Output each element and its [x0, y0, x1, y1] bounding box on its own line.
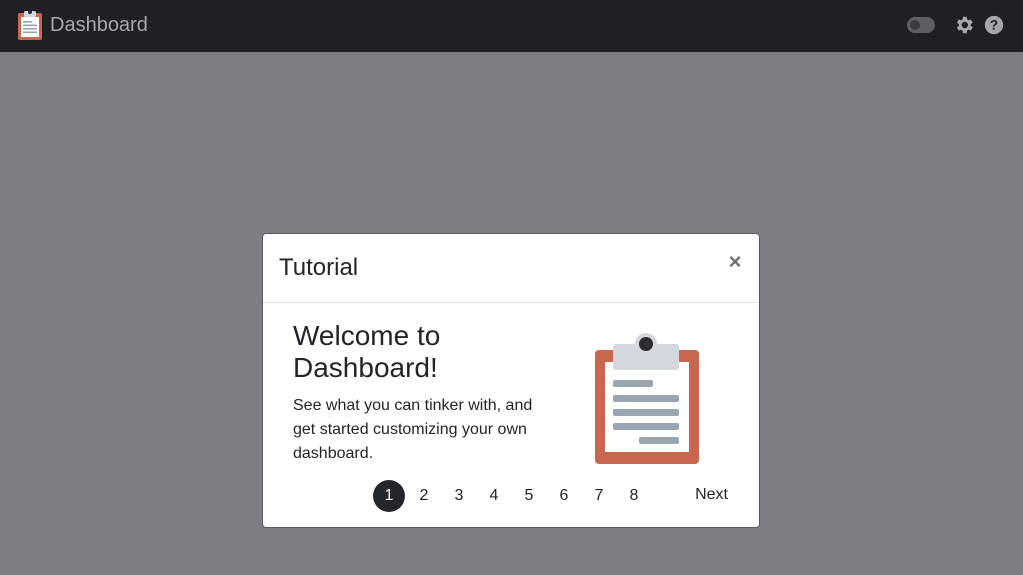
page-7-button[interactable]: 7 — [583, 480, 615, 512]
welcome-heading: Welcome to Dashboard! — [293, 320, 441, 383]
app-title: Dashboard — [50, 14, 148, 36]
svg-text:?: ? — [990, 18, 998, 33]
navbar-actions: ? — [907, 12, 1005, 38]
gear-icon[interactable] — [953, 14, 975, 36]
clipboard-icon — [18, 10, 42, 40]
page-2-button[interactable]: 2 — [408, 480, 440, 512]
page-5-button[interactable]: 5 — [513, 480, 545, 512]
tutorial-modal: Tutorial × Welcome to Dashboard! See wha… — [262, 233, 760, 528]
modal-title: Tutorial — [279, 254, 359, 281]
toggle-knob — [910, 20, 920, 30]
page-6-button[interactable]: 6 — [548, 480, 580, 512]
page-1-button[interactable]: 1 — [373, 480, 405, 512]
pagination: 1 2 3 4 5 6 7 8 — [373, 480, 653, 512]
close-button[interactable]: × — [725, 250, 745, 274]
next-button[interactable]: Next — [695, 486, 728, 504]
modal-header: Tutorial × — [263, 234, 759, 303]
welcome-text: See what you can tinker with, and get st… — [293, 397, 533, 462]
page-3-button[interactable]: 3 — [443, 480, 475, 512]
page-8-button[interactable]: 8 — [618, 480, 650, 512]
clipboard-illustration-icon — [595, 333, 699, 464]
top-navbar: Dashboard ? — [0, 0, 1023, 52]
question-circle-icon[interactable]: ? — [983, 14, 1005, 36]
page-4-button[interactable]: 4 — [478, 480, 510, 512]
toggle-switch-icon[interactable] — [907, 17, 935, 33]
brand[interactable]: Dashboard — [16, 8, 148, 42]
